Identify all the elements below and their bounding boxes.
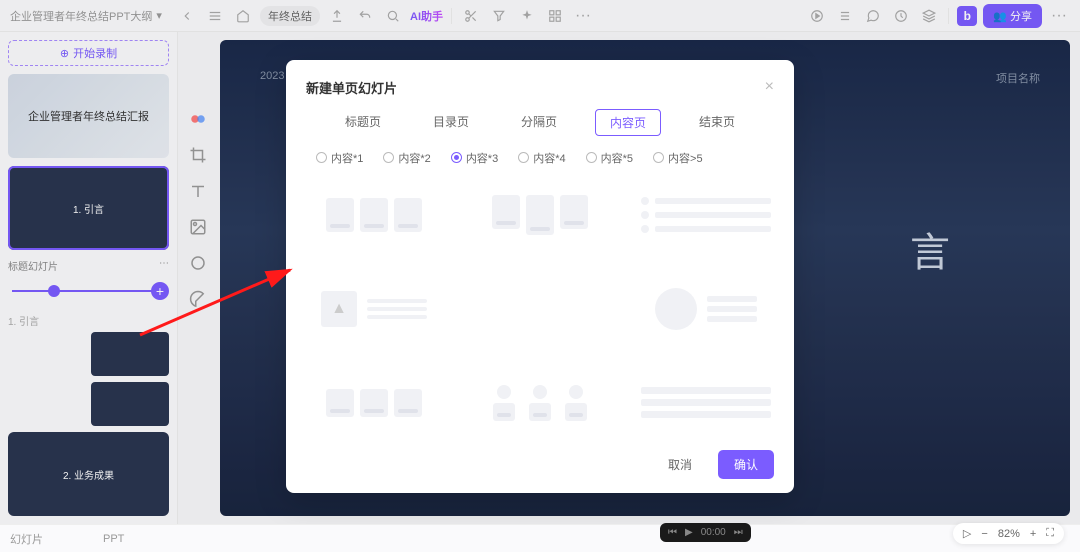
template-option[interactable]	[475, 274, 605, 344]
tab-toc-page[interactable]: 目录页	[419, 109, 483, 136]
play-prev-icon[interactable]: ⏮	[668, 527, 677, 538]
zoom-out-icon[interactable]: −	[981, 528, 987, 540]
template-option[interactable]	[475, 180, 605, 250]
radio-content-5[interactable]: 内容*5	[586, 150, 633, 166]
modal-tabs: 标题页 目录页 分隔页 内容页 结束页	[306, 109, 774, 136]
radio-content-3[interactable]: 内容*3	[451, 150, 498, 166]
modal-overlay[interactable]: 新建单页幻灯片 × 标题页 目录页 分隔页 内容页 结束页 内容*1 内容*2 …	[0, 0, 1080, 552]
play-time: 00:00	[701, 527, 726, 538]
playback-bar: ⏮ ▶ 00:00 ⏭	[660, 523, 751, 542]
close-icon[interactable]: ×	[765, 78, 774, 96]
play-next-icon[interactable]: ⏭	[734, 527, 743, 538]
radio-content-gt5[interactable]: 内容>5	[653, 150, 703, 166]
fullscreen-icon[interactable]: ⛶	[1046, 527, 1054, 540]
bottom-tab-slides[interactable]: 幻灯片	[10, 531, 43, 547]
template-option[interactable]: ▲	[309, 274, 439, 344]
cancel-button[interactable]: 取消	[652, 450, 708, 479]
new-slide-modal: 新建单页幻灯片 × 标题页 目录页 分隔页 内容页 结束页 内容*1 内容*2 …	[286, 60, 794, 493]
template-option[interactable]	[641, 368, 771, 438]
content-count-radios: 内容*1 内容*2 内容*3 内容*4 内容*5 内容>5	[306, 150, 774, 166]
template-option[interactable]	[641, 180, 771, 250]
radio-content-2[interactable]: 内容*2	[383, 150, 430, 166]
confirm-button[interactable]: 确认	[718, 450, 774, 479]
radio-content-1[interactable]: 内容*1	[316, 150, 363, 166]
tab-end-page[interactable]: 结束页	[685, 109, 749, 136]
zoom-controls: ▷ − 82% + ⛶	[953, 523, 1064, 544]
template-option[interactable]	[309, 368, 439, 438]
template-option[interactable]	[475, 368, 605, 438]
bottom-bar: 幻灯片 PPT	[0, 524, 1080, 552]
template-grid: ▲	[306, 180, 774, 440]
tab-divider-page[interactable]: 分隔页	[507, 109, 571, 136]
zoom-in-icon[interactable]: +	[1030, 528, 1036, 540]
template-option[interactable]	[309, 180, 439, 250]
play-button-icon[interactable]: ▶	[685, 527, 693, 538]
bottom-tab-ppt[interactable]: PPT	[103, 533, 124, 545]
zoom-value[interactable]: 82%	[998, 528, 1020, 540]
present-icon[interactable]: ▷	[963, 527, 971, 540]
tab-title-page[interactable]: 标题页	[331, 109, 395, 136]
radio-content-4[interactable]: 内容*4	[518, 150, 565, 166]
modal-title: 新建单页幻灯片	[306, 78, 397, 97]
tab-content-page[interactable]: 内容页	[595, 109, 661, 136]
template-option[interactable]	[641, 274, 771, 344]
